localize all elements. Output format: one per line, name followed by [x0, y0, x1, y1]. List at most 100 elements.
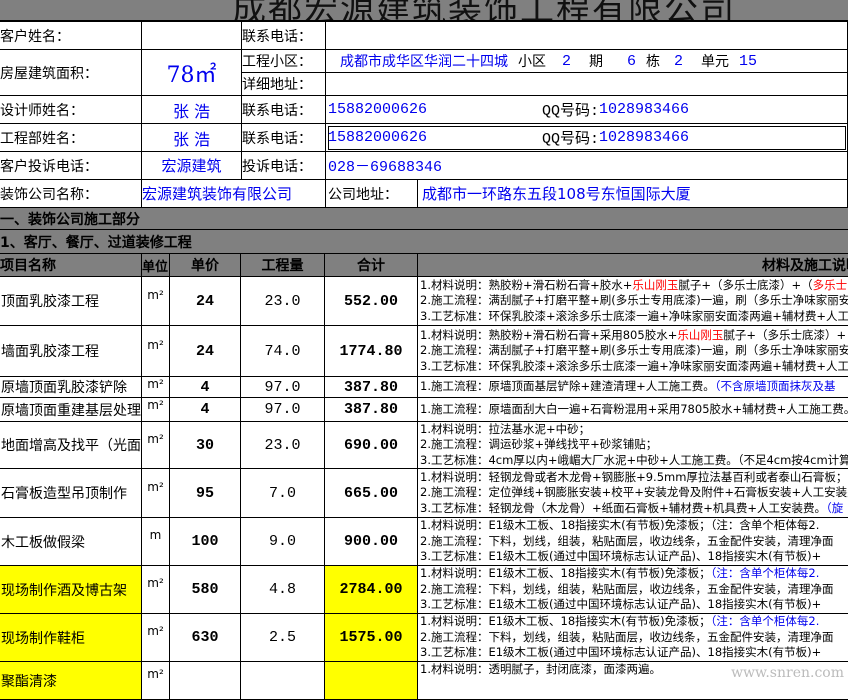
row-qty[interactable]: 97.0	[241, 398, 325, 422]
row-description[interactable]: 1.材料说明：拉法基水泥+中砂； 2.施工流程：调运砂浆+弹线找平+砂浆铺贴； 3.…	[418, 422, 848, 469]
description-segment: 1.材料说明：E1级木工板、18指接实木(有节板)免漆板；（注：含单个柜体每2.	[420, 518, 820, 533]
description-line: 1.材料说明：E1级木工板、18指接实木(有节板)免漆板；（注：含单个柜体每2.	[420, 566, 848, 582]
row-total[interactable]: 665.00	[325, 469, 418, 518]
row-unit[interactable]: m²	[142, 326, 170, 377]
row-name[interactable]: 现场制作酒及博古架	[0, 566, 142, 614]
row-unit[interactable]: m²	[142, 277, 170, 326]
description-segment: 1.施工流程：原墙顶面基层铲除+建渣清理+人工施工费。	[420, 379, 715, 394]
description-line: 1.材料说明：拉法基水泥+中砂；	[420, 422, 848, 437]
subsection-header: 1、客厅、餐厅、过道装修工程	[0, 230, 848, 254]
row-name[interactable]: 原墙顶面乳胶漆铲除	[0, 377, 142, 398]
row-price[interactable]: 95	[170, 469, 241, 518]
row-price[interactable]: 30	[170, 422, 241, 469]
row-price[interactable]	[170, 662, 241, 700]
description-line: 3.工艺标准：4cm厚以内+峨嵋大厂水泥+中砂+人工施工费。（不足4cm按4cm…	[420, 452, 848, 468]
row-description[interactable]: 1.材料说明：熟胶粉+滑石粉石膏+胶水+乐山刚玉腻子+（多乐士底漆）+（多乐士 2…	[418, 277, 848, 326]
row-name[interactable]: 石膏板造型吊顶制作	[0, 469, 142, 518]
row-qty[interactable]: 7.0	[241, 469, 325, 518]
row-name[interactable]: 原墙顶面重建基层处理	[0, 398, 142, 422]
row-qty[interactable]: 4.8	[241, 566, 325, 614]
row-qty[interactable]: 2.5	[241, 614, 325, 662]
description-segment: 3.工艺标准：轻钢龙骨（木龙骨）+纸面石膏板+辅材费+机具费+人工安装费。	[420, 500, 827, 515]
community-label: 工程小区：	[242, 50, 326, 73]
description-line: 3.工艺标准：轻钢龙骨（木龙骨）+纸面石膏板+辅材费+机具费+人工安装费。（旋	[420, 501, 848, 517]
designer-name[interactable]: 张 浩	[142, 96, 242, 124]
row-total[interactable]: 387.80	[325, 377, 418, 398]
engineer-name[interactable]: 张 浩	[142, 124, 242, 152]
row-total[interactable]: 690.00	[325, 422, 418, 469]
description-segment: 1.施工流程：原墙面刮大白一遍+石膏粉混用+采用7805胶水+辅材费+人工施工费…	[420, 401, 848, 416]
complaint-name[interactable]: 宏源建筑	[142, 152, 242, 180]
description-line: 1.施工流程：原墙顶面基层铲除+建渣清理+人工施工费。（不含原墙顶面抹灰及基	[420, 379, 848, 395]
row-price[interactable]: 580	[170, 566, 241, 614]
customer-name-field[interactable]	[142, 22, 242, 50]
engineer-contact[interactable]: 15882000626 QQ号码: 1028983466	[326, 124, 848, 152]
row-price[interactable]: 4	[170, 398, 241, 422]
room-number: 15	[739, 52, 758, 70]
description-segment: 2.施工流程：下料，划线，组装，粘贴面层，收边线条，五金配件安装，清理净面	[420, 533, 834, 548]
row-unit[interactable]: m²	[142, 398, 170, 422]
description-line: 1.施工流程：原墙面刮大白一遍+石膏粉混用+采用7805胶水+辅材费+人工施工费…	[420, 402, 848, 418]
row-total[interactable]: 900.00	[325, 518, 418, 566]
community-field[interactable]: 成都市成华区华润二十四城 小区 2 期 6 栋 2 单元 15	[326, 50, 848, 73]
row-qty[interactable]: 23.0	[241, 277, 325, 326]
row-total[interactable]: 2784.00	[325, 566, 418, 614]
row-unit[interactable]: m	[142, 518, 170, 566]
row-name[interactable]: 顶面乳胶漆工程	[0, 277, 142, 326]
description-segment: 2.施工流程：下料，划线，组装，粘贴面层，收边线条，五金配件安装，清理净面	[420, 581, 834, 596]
area-label: 房屋建筑面积：	[0, 50, 142, 96]
complaint-phone[interactable]: 028－69688346	[326, 152, 848, 180]
row-unit[interactable]: m²	[142, 662, 170, 700]
row-qty[interactable]: 9.0	[241, 518, 325, 566]
phase-label: 期	[589, 54, 604, 70]
row-total[interactable]: 1575.00	[325, 614, 418, 662]
description-line: 2.施工流程：满刮腻子+打磨平整+刷(多乐士专用底漆)一遍，刷（多乐士净味家丽安…	[420, 343, 848, 359]
row-name[interactable]: 现场制作鞋柜	[0, 614, 142, 662]
row-price[interactable]: 630	[170, 614, 241, 662]
designer-contact[interactable]: 15882000626 QQ号码: 1028983466	[326, 96, 848, 124]
row-name[interactable]: 地面增高及找平（光面）	[0, 422, 142, 469]
row-description[interactable]: 1.材料说明：E1级木工板、18指接实木(有节板)免漆板；（注：含单个柜体每2.…	[418, 566, 848, 614]
description-segment: 多乐士	[812, 277, 848, 292]
customer-phone-field[interactable]	[326, 22, 848, 50]
row-description[interactable]: 1.材料说明：E1级木工板、18指接实木(有节板)免漆板；（注：含单个柜体每2.…	[418, 614, 848, 662]
description-segment: 3.工艺标准：环保乳胶漆+滚涂多乐士底漆一遍+净味家丽安面漆两遍+辅材费+人工施…	[420, 308, 848, 323]
row-description[interactable]: 1.材料说明：熟胶粉+滑石粉石膏+采用805胶水+乐山刚玉腻子+（多乐士底漆）+…	[418, 326, 848, 377]
row-total[interactable]	[325, 662, 418, 700]
row-description[interactable]: 1.施工流程：原墙顶面基层铲除+建渣清理+人工施工费。（不含原墙顶面抹灰及基	[418, 377, 848, 398]
row-qty[interactable]: 97.0	[241, 377, 325, 398]
col-header-desc: 材料及施工说明	[418, 254, 848, 277]
row-unit[interactable]: m²	[142, 422, 170, 469]
row-price[interactable]: 4	[170, 377, 241, 398]
row-total[interactable]: 387.80	[325, 398, 418, 422]
detail-address-field[interactable]	[326, 73, 848, 96]
row-description[interactable]: 1.施工流程：原墙面刮大白一遍+石膏粉混用+采用7805胶水+辅材费+人工施工费…	[418, 398, 848, 422]
row-description[interactable]: 1.材料说明：E1级木工板、18指接实木(有节板)免漆板；（注：含单个柜体每2.…	[418, 518, 848, 566]
description-segment: 3.工艺标准：4cm厚以内+峨嵋大厂水泥+中砂+人工施工费。（不足4cm按4cm…	[420, 452, 848, 467]
description-line: 3.工艺标准：E1级木工板(通过中国环境标志认证产品)、18指接实木(有节板)+	[420, 645, 848, 661]
description-segment: 腻子+（多乐士底漆）+（	[678, 277, 813, 292]
row-name[interactable]: 墙面乳胶漆工程	[0, 326, 142, 377]
row-unit[interactable]: m²	[142, 469, 170, 518]
description-segment: （注：含单个柜体每2.	[710, 614, 820, 629]
qq-label: QQ号码:	[542, 103, 600, 120]
row-total[interactable]: 552.00	[325, 277, 418, 326]
row-price[interactable]: 24	[170, 326, 241, 377]
row-total[interactable]: 1774.80	[325, 326, 418, 377]
row-qty[interactable]: 74.0	[241, 326, 325, 377]
description-segment: 乐山刚玉	[677, 327, 724, 342]
row-qty[interactable]	[241, 662, 325, 700]
row-unit[interactable]: m²	[142, 377, 170, 398]
company-address[interactable]: 成都市一环路东五段108号东恒国际大厦	[418, 180, 848, 208]
area-value[interactable]: 78㎡	[142, 50, 242, 96]
row-qty[interactable]: 23.0	[241, 422, 325, 469]
row-price[interactable]: 100	[170, 518, 241, 566]
row-price[interactable]: 24	[170, 277, 241, 326]
row-unit[interactable]: m²	[142, 566, 170, 614]
row-unit[interactable]: m²	[142, 614, 170, 662]
description-segment: 3.工艺标准：E1级木工板(通过中国环境标志认证产品)、18指接实木(有节板)+	[420, 645, 822, 660]
row-name[interactable]: 聚酯清漆	[0, 662, 142, 700]
row-description[interactable]: 1.材料说明：轻钢龙骨或者木龙骨+钢膨胀+9.5mm厚拉法基百利或者泰山石膏板；…	[418, 469, 848, 518]
company-name[interactable]: 宏源建筑装饰有限公司	[142, 180, 326, 208]
row-name[interactable]: 木工板做假梁	[0, 518, 142, 566]
